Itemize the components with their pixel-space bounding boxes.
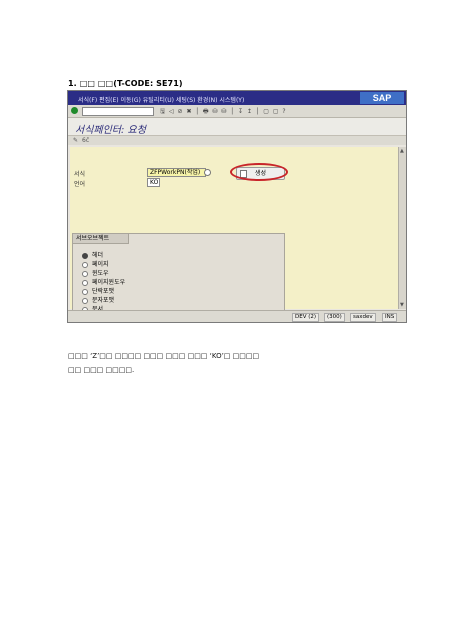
radio-dot (82, 297, 88, 304)
group-title: 서브오브젝트 (73, 234, 129, 244)
screen-title: 서식페인터: 요청 (75, 125, 146, 136)
status-client: (300) (324, 313, 345, 322)
radio-dot (82, 288, 88, 295)
edit-icon[interactable]: ✎ (73, 137, 78, 144)
sap-screenshot: 서식(F) 편집(E) 이동(G) 유틸리티(U) 세팅(S) 환경(N) 시스… (67, 90, 407, 323)
form-label: 서식 (74, 171, 86, 178)
search-help-icon[interactable] (204, 169, 211, 176)
radio-page[interactable]: 페이지 (82, 259, 109, 268)
radio-dot (82, 270, 88, 277)
application-toolbar: ✎ 6ĉ (68, 136, 406, 145)
radio-dot (82, 279, 88, 286)
section-heading: 1. □□ □□(T-CODE: SE71) (68, 79, 183, 88)
radio-label: 페이지윈도우 (92, 279, 126, 286)
sap-logo: SAP (360, 92, 404, 104)
radio-paragraph-format[interactable]: 단락포맷 (82, 286, 114, 295)
radio-label: 헤더 (92, 252, 104, 259)
status-bar: DEV (2) (300) saxdev INS (68, 310, 406, 322)
title-bar: 서식페인터: 요청 (68, 118, 406, 136)
radio-label: 페이지 (92, 261, 109, 268)
radio-character-format[interactable]: 문자포맷 (82, 295, 114, 304)
form-area: 서식 ZFPWorkPN(작업) 언어 KO 생성 서브오브젝트 헤더 페이지 … (70, 147, 398, 322)
status-server: saxdev (350, 313, 376, 322)
enter-icon[interactable] (71, 107, 78, 114)
language-input[interactable]: KO (147, 178, 160, 187)
menu-items[interactable]: 서식(F) 편집(E) 이동(G) 유틸리티(U) 세팅(S) 환경(N) 시스… (78, 95, 244, 104)
radio-window[interactable]: 윈도우 (82, 268, 109, 277)
form-input[interactable]: ZFPWorkPN(작업) (147, 168, 206, 177)
standard-toolbar: 🖫 ◁ ⊘ ✖ │ 🖶 ⛁ ⛁ │ ↧ ↥ │ ▢ ▢ ? (68, 105, 406, 118)
language-label: 언어 (74, 181, 86, 188)
menu-bar: 서식(F) 편집(E) 이동(G) 유틸리티(U) 세팅(S) 환경(N) 시스… (68, 91, 406, 105)
radio-page-window[interactable]: 페이지윈도우 (82, 277, 125, 286)
display-icon[interactable]: 6ĉ (82, 137, 89, 144)
status-system: DEV (2) (292, 313, 320, 322)
vertical-scrollbar[interactable]: ▲ ▼ (398, 147, 406, 309)
radio-label: 단락포맷 (92, 288, 115, 295)
highlight-circle (230, 163, 288, 181)
command-field[interactable] (82, 107, 154, 116)
paragraph-line-2: □□ □□□ □□□□. (68, 366, 135, 374)
radio-dot (82, 261, 88, 268)
radio-label: 윈도우 (92, 270, 109, 277)
radio-dot (82, 252, 88, 259)
scroll-down-icon[interactable]: ▼ (400, 302, 404, 308)
scroll-up-icon[interactable]: ▲ (400, 148, 404, 154)
toolbar-icons[interactable]: 🖫 ◁ ⊘ ✖ │ 🖶 ⛁ ⛁ │ ↧ ↥ │ ▢ ▢ ? (160, 107, 287, 117)
radio-label: 문자포맷 (92, 297, 115, 304)
radio-header[interactable]: 헤더 (82, 250, 103, 259)
status-mode: INS (382, 313, 398, 322)
paragraph-line-1: □□□ ‘Z’□□ □□□□ □□□ □□□ □□□ ‘KO’□ □□□□ (68, 352, 260, 360)
